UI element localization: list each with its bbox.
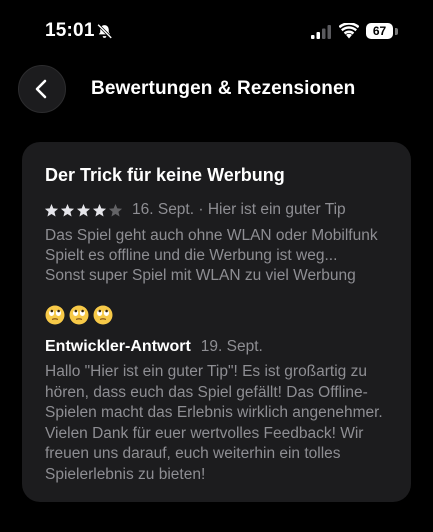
battery-icon: 67 bbox=[366, 23, 399, 40]
bell-slash-icon bbox=[97, 23, 113, 39]
review-body-line: Das Spiel geht auch ohne WLAN oder Mobil… bbox=[45, 227, 378, 264]
review-body-line: Sonst super Spiel mit WLAN zu viel Werbu… bbox=[45, 267, 356, 284]
rolling-eyes-emoji-icon bbox=[69, 305, 89, 325]
star-filled-icon bbox=[44, 203, 59, 216]
review-body: Das Spiel geht auch ohne WLAN oder Mobil… bbox=[45, 226, 400, 286]
rating-row: 16. Sept. · Hier ist ein guter Tip bbox=[44, 200, 346, 220]
developer-reply-label: Entwickler-Antwort bbox=[45, 338, 191, 355]
review-card: Der Trick für keine Werbung 16. Sept. · … bbox=[22, 142, 411, 502]
battery-level: 67 bbox=[366, 23, 393, 39]
developer-reply-text: Hallo "Hier ist ein guter Tip"! Es ist g… bbox=[45, 363, 383, 483]
back-button[interactable] bbox=[18, 65, 66, 113]
chevron-left-icon bbox=[35, 79, 47, 99]
status-bar: 15:01 67 bbox=[0, 0, 433, 60]
star-empty-icon bbox=[108, 203, 123, 216]
rolling-eyes-emoji-icon bbox=[45, 305, 65, 325]
developer-reply-date: 19. Sept. bbox=[200, 338, 263, 355]
status-time: 15:01 bbox=[45, 20, 95, 41]
rolling-eyes-emoji-icon bbox=[93, 305, 113, 325]
star-filled-icon bbox=[60, 203, 75, 216]
star-filled-icon bbox=[76, 203, 91, 216]
review-title: Der Trick für keine Werbung bbox=[45, 165, 285, 185]
wifi-icon bbox=[339, 23, 359, 39]
signal-icon bbox=[311, 25, 331, 39]
page-title: Bewertungen & Rezensionen bbox=[91, 78, 356, 99]
star-filled-icon bbox=[92, 203, 107, 216]
review-meta: 16. Sept. · Hier ist ein guter Tip bbox=[132, 201, 346, 218]
battery-cap bbox=[395, 28, 398, 35]
star-rating bbox=[44, 203, 123, 218]
developer-reply-header: Entwickler-Antwort 19. Sept. bbox=[45, 338, 263, 356]
emoji-row bbox=[45, 305, 113, 325]
